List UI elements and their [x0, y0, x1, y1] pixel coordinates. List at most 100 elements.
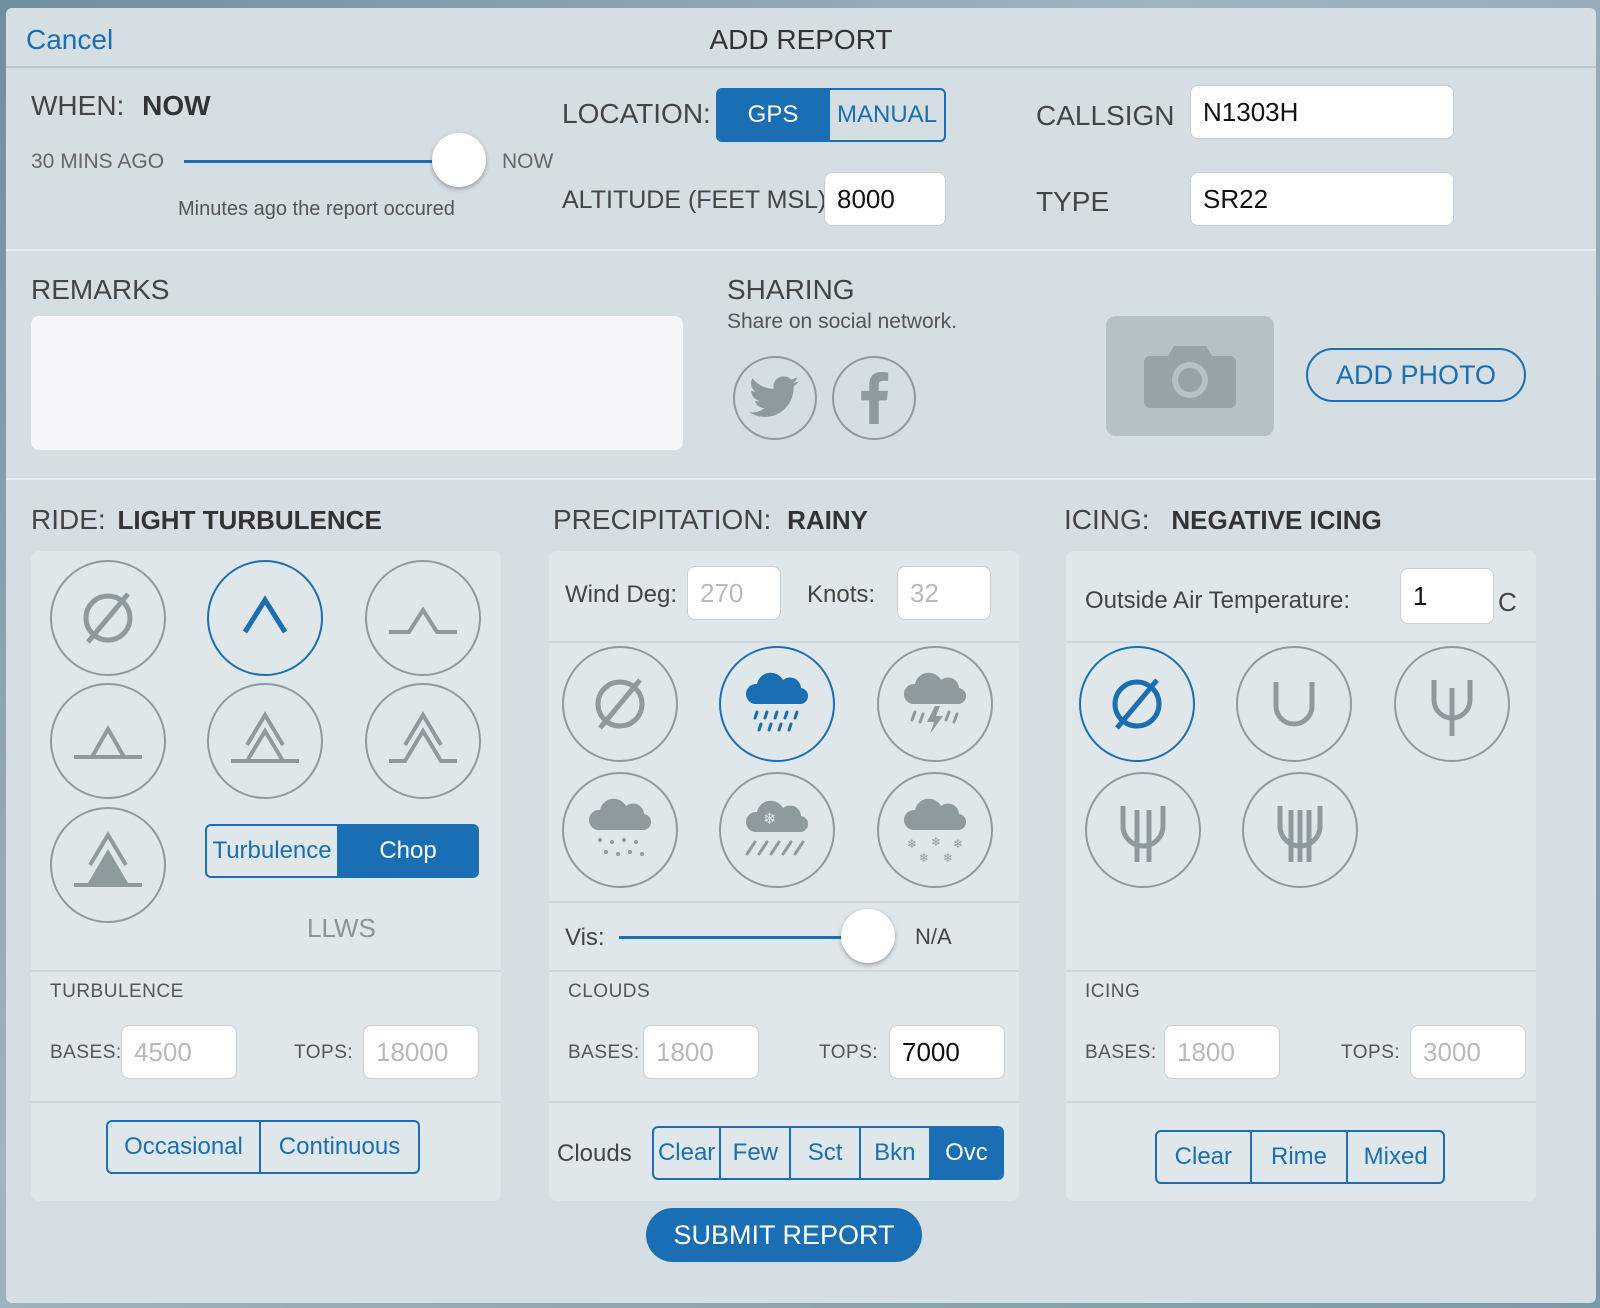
light-icing-icon[interactable] — [1394, 646, 1510, 762]
vis-slider-knob[interactable] — [841, 909, 895, 963]
ride-label-text: RIDE: — [31, 504, 106, 535]
icing-value: NEGATIVE ICING — [1171, 505, 1382, 535]
thunderstorm-icon[interactable] — [877, 646, 993, 762]
cloud-ovc-option[interactable]: Ovc — [930, 1128, 1002, 1178]
svg-text:❄: ❄ — [953, 837, 963, 851]
icing-bases-input[interactable]: 1800 — [1164, 1025, 1280, 1079]
page-title: ADD REPORT — [709, 24, 893, 55]
remarks-textarea[interactable] — [31, 316, 683, 450]
continuous-option[interactable]: Continuous — [261, 1122, 418, 1172]
when-label-text: WHEN: — [31, 90, 125, 121]
cloud-sct-option[interactable]: Sct — [791, 1128, 861, 1178]
icing-panel-divider-2 — [1066, 970, 1536, 972]
sharing-label: SHARING — [727, 274, 855, 305]
chop-option[interactable]: Chop — [339, 826, 477, 876]
camera-icon[interactable] — [1106, 316, 1274, 436]
icing-panel: Outside Air Temperature: 1 C ICING BASES… — [1066, 551, 1536, 1201]
turbulence-option[interactable]: Turbulence — [207, 826, 340, 876]
trace-icing-icon[interactable] — [1236, 646, 1352, 762]
turbulence-section-label: TURBULENCE — [50, 981, 184, 1002]
freezing-rain-icon[interactable]: ❄ — [719, 772, 835, 888]
twitter-icon[interactable] — [733, 356, 817, 440]
location-manual-option[interactable]: MANUAL — [830, 90, 944, 140]
icing-mixed-option[interactable]: Mixed — [1348, 1132, 1443, 1182]
precip-value: RAINY — [787, 505, 868, 535]
moderate-icing-icon[interactable] — [1085, 772, 1201, 888]
turbulence-bases-input[interactable]: 4500 — [121, 1025, 237, 1079]
precip-panel-divider-3 — [549, 970, 1019, 972]
turbulence-tops-input[interactable]: 18000 — [363, 1025, 479, 1079]
ride-label: RIDE: LIGHT TURBULENCE — [31, 504, 382, 536]
when-slider-knob[interactable] — [432, 133, 486, 187]
when-hint: Minutes ago the report occured — [178, 198, 455, 220]
icing-tops-input[interactable]: 3000 — [1410, 1025, 1526, 1079]
type-label: TYPE — [1036, 186, 1110, 217]
moderate-severe-icon[interactable] — [207, 683, 323, 799]
none-icon[interactable] — [562, 646, 678, 762]
moderate-icon[interactable] — [50, 683, 166, 799]
precip-label: PRECIPITATION: RAINY — [553, 504, 868, 536]
cloud-few-option[interactable]: Few — [721, 1128, 792, 1178]
knots-label: Knots: — [807, 581, 876, 608]
top-divider — [6, 249, 1596, 251]
clouds-bases-label: BASES: — [568, 1042, 640, 1063]
drizzle-icon[interactable] — [562, 772, 678, 888]
when-label: WHEN: NOW — [31, 90, 211, 122]
vis-value: N/A — [915, 924, 952, 949]
clouds-tops-input[interactable]: 7000 — [889, 1025, 1005, 1079]
llws-button[interactable]: LLWS — [307, 913, 376, 944]
when-min-label: 30 MINS AGO — [31, 150, 165, 173]
callsign-input[interactable]: N1303H — [1190, 85, 1454, 139]
svg-text:❄: ❄ — [931, 835, 941, 849]
header-divider — [6, 66, 1596, 68]
snow-icon[interactable]: ❄ ❄ ❄ ❄ ❄ — [877, 772, 993, 888]
sharing-sub: Share on social network. — [727, 310, 957, 333]
icing-clear-option[interactable]: Clear — [1157, 1132, 1252, 1182]
add-report-sheet: Cancel ADD REPORT WHEN: NOW 30 MINS AGO … — [6, 8, 1596, 1303]
ride-mode-segmented[interactable]: Turbulence Chop — [205, 824, 479, 878]
facebook-icon[interactable] — [832, 356, 916, 440]
vis-label: Vis: — [565, 924, 605, 951]
middle-divider — [6, 478, 1596, 480]
icing-type-segmented[interactable]: Clear Rime Mixed — [1155, 1130, 1445, 1184]
severe-icing-icon[interactable] — [1242, 772, 1358, 888]
type-input[interactable]: SR22 — [1190, 172, 1454, 226]
rain-icon[interactable] — [719, 646, 835, 762]
vis-slider-track[interactable] — [619, 936, 869, 939]
cloud-clear-option[interactable]: Clear — [654, 1128, 722, 1178]
turbulence-tops-label: TOPS: — [294, 1042, 354, 1063]
submit-report-button[interactable]: SUBMIT REPORT — [646, 1208, 922, 1262]
icing-panel-divider — [1066, 641, 1536, 643]
none-icon[interactable] — [50, 560, 166, 676]
icing-rime-option[interactable]: Rime — [1252, 1132, 1349, 1182]
none-icon[interactable] — [1079, 646, 1195, 762]
oat-input[interactable]: 1 — [1400, 568, 1494, 624]
cloud-cover-segmented[interactable]: Clear Few Sct Bkn Ovc — [652, 1126, 1004, 1180]
precip-panel-divider-4 — [549, 1101, 1019, 1103]
clouds-bases-input[interactable]: 1800 — [643, 1025, 759, 1079]
knots-input[interactable]: 32 — [897, 566, 991, 620]
wind-deg-label: Wind Deg: — [565, 581, 678, 608]
location-gps-option[interactable]: GPS — [718, 90, 831, 140]
altitude-input[interactable]: 8000 — [824, 172, 946, 226]
add-photo-button[interactable]: ADD PHOTO — [1306, 348, 1526, 402]
clouds-tops-label: TOPS: — [819, 1042, 879, 1063]
svg-text:❄: ❄ — [919, 851, 929, 865]
svg-text:❄: ❄ — [907, 837, 917, 851]
light-turbulence-icon[interactable] — [207, 560, 323, 676]
when-slider-track[interactable] — [184, 160, 460, 163]
light-moderate-icon[interactable] — [365, 560, 481, 676]
extreme-icon[interactable] — [50, 807, 166, 923]
cloud-bkn-option[interactable]: Bkn — [861, 1128, 931, 1178]
severe-icon[interactable] — [365, 683, 481, 799]
wind-deg-input[interactable]: 270 — [687, 566, 781, 620]
precip-panel-divider — [549, 641, 1019, 643]
turbulence-frequency-segmented[interactable]: Occasional Continuous — [106, 1120, 420, 1174]
icing-section-label: ICING — [1085, 981, 1141, 1002]
svg-text:❄: ❄ — [763, 809, 776, 828]
ride-panel-divider — [31, 970, 501, 972]
precip-panel-divider-2 — [549, 901, 1019, 903]
occasional-option[interactable]: Occasional — [108, 1122, 262, 1172]
location-segmented[interactable]: GPS MANUAL — [716, 88, 946, 142]
remarks-label: REMARKS — [31, 274, 170, 305]
